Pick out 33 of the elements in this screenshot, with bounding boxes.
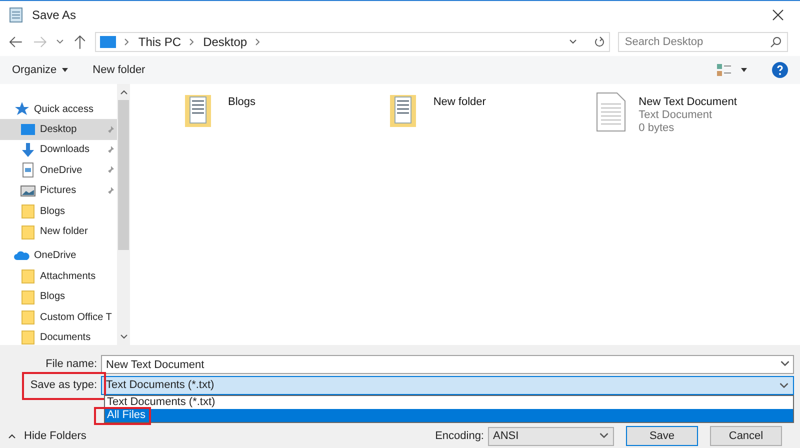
sidebar-item[interactable]: Desktop: [0, 119, 117, 140]
file-name-field[interactable]: New Text Document: [101, 355, 794, 374]
dropdown-option[interactable]: All Files: [105, 409, 793, 422]
file-name-label: File name:: [44, 357, 98, 372]
sidebar-item[interactable]: Blogs: [0, 200, 117, 222]
search-field[interactable]: Search Desktop: [618, 32, 788, 52]
sidebar-item[interactable]: Documents: [0, 327, 117, 345]
sidebar-item[interactable]: Pictures: [0, 180, 117, 201]
file-item[interactable]: New folder: [389, 92, 595, 135]
sidebar-item[interactable]: Downloads: [0, 140, 117, 160]
organize-button[interactable]: Organize: [12, 62, 69, 78]
save-as-type-label: Save as type:: [29, 378, 98, 394]
hide-folders-button[interactable]: Hide Folders: [0, 428, 120, 444]
encoding-select[interactable]: ANSI: [488, 426, 614, 446]
sidebar-item[interactable]: Custom Office T: [0, 306, 117, 328]
save-button[interactable]: Save: [626, 426, 698, 446]
window-title: Save As: [32, 6, 76, 24]
breadcrumb[interactable]: Desktop: [203, 32, 248, 50]
new-folder-button[interactable]: New folder: [92, 62, 146, 78]
sidebar-item[interactable]: OneDrive: [0, 160, 117, 181]
address-bar[interactable]: This PC Desktop: [95, 32, 610, 52]
sidebar-item[interactable]: Quick access: [0, 99, 117, 120]
breadcrumb[interactable]: This PC: [138, 32, 182, 50]
encoding-label: Encoding:: [435, 428, 484, 444]
file-item[interactable]: Blogs: [184, 92, 390, 135]
sidebar-item[interactable]: OneDrive: [0, 246, 117, 266]
dropdown-option[interactable]: Text Documents (*.txt): [105, 396, 793, 409]
sidebar-item[interactable]: New folder: [0, 221, 117, 242]
cancel-button[interactable]: Cancel: [710, 426, 782, 446]
file-type-dropdown[interactable]: Text Documents (*.txt): [101, 376, 794, 395]
sidebar-item[interactable]: Attachments: [0, 266, 117, 287]
file-item[interactable]: New Text Document Text Document 0 bytes: [594, 92, 800, 135]
sidebar-item[interactable]: Blogs: [0, 286, 117, 307]
